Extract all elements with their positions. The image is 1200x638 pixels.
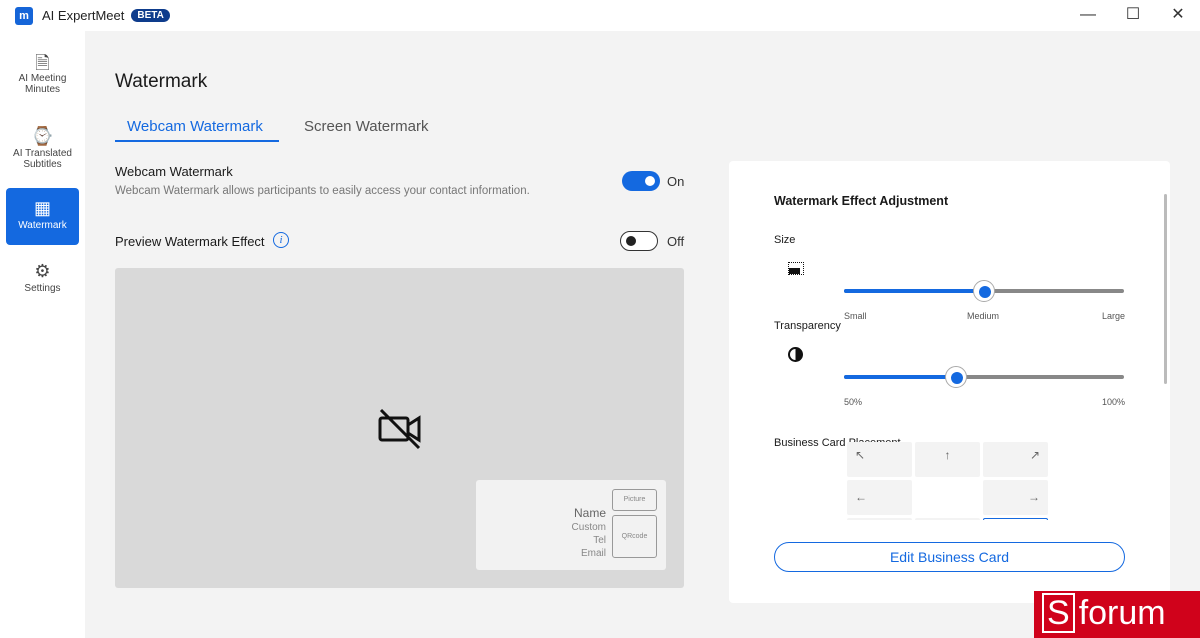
transparency-slider[interactable] (844, 366, 1124, 388)
webcam-watermark-toggle[interactable] (622, 171, 660, 191)
camera-off-icon (378, 408, 421, 450)
webcam-watermark-title: Webcam Watermark (115, 164, 233, 179)
card-tel: Tel (593, 535, 606, 546)
contrast-icon (788, 347, 803, 362)
business-card-preview: Name Custom Tel Email Picture QRcode (476, 480, 666, 570)
card-qrcode: QRcode (612, 515, 657, 558)
screen-clock-icon: ⌚ (31, 126, 54, 146)
main-content: Watermark Webcam Watermark Screen Waterm… (85, 31, 1200, 638)
sidebar-item-watermark[interactable]: ▦ Watermark (6, 188, 79, 245)
image-size-icon (788, 262, 804, 275)
webcam-preview: Name Custom Tel Email Picture QRcode (115, 268, 684, 588)
watermark-screen-icon: ▦ (33, 198, 51, 218)
placement-middle-left[interactable]: ← (847, 480, 912, 515)
panel-title: Watermark Effect Adjustment (774, 194, 949, 208)
sforum-watermark-logo: Sforum (1034, 591, 1200, 638)
placement-top-right[interactable]: ↗ (983, 442, 1048, 477)
page-title: Watermark (115, 71, 208, 92)
placement-top-center[interactable]: ↑ (915, 442, 980, 477)
sidebar-item-ai-translated-subtitles[interactable]: ⌚ AI Translated Subtitles (6, 116, 79, 180)
size-slider-thumb[interactable] (973, 280, 995, 302)
preview-toggle-label: Off (667, 234, 685, 249)
sidebar-item-label: AI Translated Subtitles (13, 148, 72, 170)
title-bar: m AI ExpertMeet BETA — ☐ ✕ (0, 0, 1200, 31)
tab-webcam-watermark[interactable]: Webcam Watermark (127, 118, 263, 135)
size-max-label: Large (1102, 311, 1126, 321)
preview-watermark-title: Preview Watermark Effect (115, 234, 265, 249)
placement-middle-right[interactable]: → (983, 480, 1048, 515)
effect-adjustment-panel: Watermark Effect Adjustment Size Small M… (729, 161, 1170, 603)
sidebar: 🗎 AI Meeting Minutes ⌚ AI Translated Sub… (0, 31, 85, 638)
transparency-max-label: 100% (1102, 397, 1126, 407)
sidebar-item-label: Settings (24, 283, 61, 294)
placement-bottom-center[interactable] (915, 518, 980, 520)
sidebar-item-label: AI Meeting Minutes (18, 73, 67, 95)
card-name: Name (573, 506, 606, 520)
size-min-label: Small (844, 311, 867, 321)
size-label: Size (774, 234, 796, 246)
beta-badge: BETA (131, 9, 170, 22)
placement-top-left[interactable]: ↖ (847, 442, 912, 477)
card-picture: Picture (612, 489, 657, 511)
card-email: Email (580, 548, 606, 559)
size-slider[interactable] (844, 280, 1124, 302)
active-tab-indicator (115, 140, 279, 142)
close-button[interactable]: ✕ (1158, 4, 1198, 28)
app-title: AI ExpertMeet (42, 8, 125, 23)
app-logo: m (15, 6, 33, 25)
minimize-button[interactable]: — (1068, 4, 1108, 28)
document-mic-icon: 🗎 (35, 53, 50, 73)
transparency-label: Transparency (774, 320, 841, 332)
placement-bottom-left[interactable] (847, 518, 912, 520)
webcam-watermark-description: Webcam Watermark allows participants to … (115, 185, 530, 197)
panel-scrollbar[interactable] (1164, 194, 1167, 384)
info-icon[interactable]: i (273, 232, 289, 248)
webcam-toggle-label: On (667, 174, 685, 189)
gear-icon: ⚙ (34, 261, 51, 281)
edit-business-card-button[interactable]: Edit Business Card (774, 542, 1125, 572)
size-mid-label: Medium (967, 311, 1000, 321)
card-custom: Custom (571, 522, 606, 533)
tab-screen-watermark[interactable]: Screen Watermark (304, 118, 428, 135)
maximize-button[interactable]: ☐ (1113, 4, 1153, 28)
placement-grid: ↖ ↑ ↗ ← → (847, 442, 1050, 520)
sidebar-item-label: Watermark (18, 220, 67, 231)
sidebar-item-settings[interactable]: ⚙ Settings (6, 251, 79, 308)
sidebar-item-ai-meeting-minutes[interactable]: 🗎 AI Meeting Minutes (6, 41, 79, 105)
transparency-min-label: 50% (844, 397, 863, 407)
transparency-slider-thumb[interactable] (945, 366, 967, 388)
placement-bottom-right[interactable] (983, 518, 1048, 520)
preview-toggle[interactable] (620, 231, 658, 251)
